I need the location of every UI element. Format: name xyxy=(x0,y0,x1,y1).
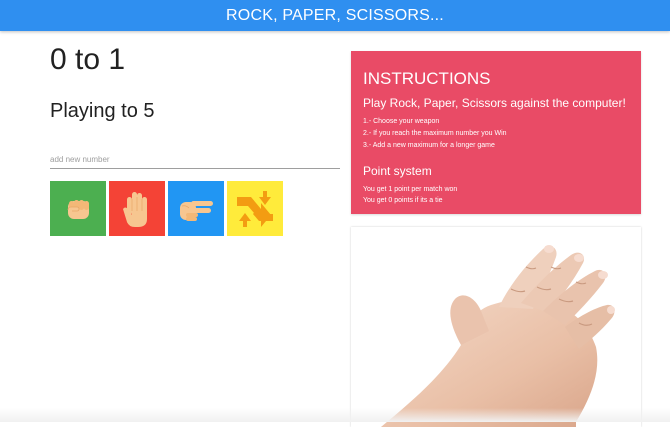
reset-button[interactable] xyxy=(227,181,283,236)
paper-hand-photo xyxy=(381,245,615,427)
instructions-steps: 1.- Choose your weapon 2.- If you reach … xyxy=(363,116,629,152)
app-title: ROCK, PAPER, SCISSORS... xyxy=(226,6,444,24)
points-list: You get 1 point per match won You get 0 … xyxy=(363,184,629,206)
scissors-button[interactable] xyxy=(168,181,224,236)
fist-icon xyxy=(67,199,89,219)
points-rule: You get 1 point per match won xyxy=(363,186,458,193)
open-hand-icon xyxy=(123,191,147,227)
instruction-step: 2.- If you reach the maximum number you … xyxy=(363,130,507,137)
weapon-buttons xyxy=(50,181,283,236)
score-display: 0 to 1 xyxy=(50,43,126,76)
instructions-subtitle: Play Rock, Paper, Scissors against the c… xyxy=(363,96,626,110)
instruction-step: 1.- Choose your weapon xyxy=(363,118,440,125)
page-bottom-fade xyxy=(0,408,670,422)
points-title: Point system xyxy=(363,164,432,178)
max-number-input[interactable] xyxy=(50,150,340,169)
paper-button[interactable] xyxy=(109,181,165,236)
points-rule: You get 0 points if its a tie xyxy=(363,197,443,204)
instructions-card: INSTRUCTIONS Play Rock, Paper, Scissors … xyxy=(351,51,641,214)
refresh-arrows-icon xyxy=(237,190,273,227)
instructions-title: INSTRUCTIONS xyxy=(363,69,491,88)
rock-button[interactable] xyxy=(50,181,106,236)
app-header: ROCK, PAPER, SCISSORS... xyxy=(0,0,670,31)
victory-hand-icon xyxy=(180,200,213,221)
instruction-step: 3.- Add a new maximum for a longer game xyxy=(363,142,495,149)
computer-choice-card xyxy=(351,227,641,427)
target-score: Playing to 5 xyxy=(50,100,155,122)
